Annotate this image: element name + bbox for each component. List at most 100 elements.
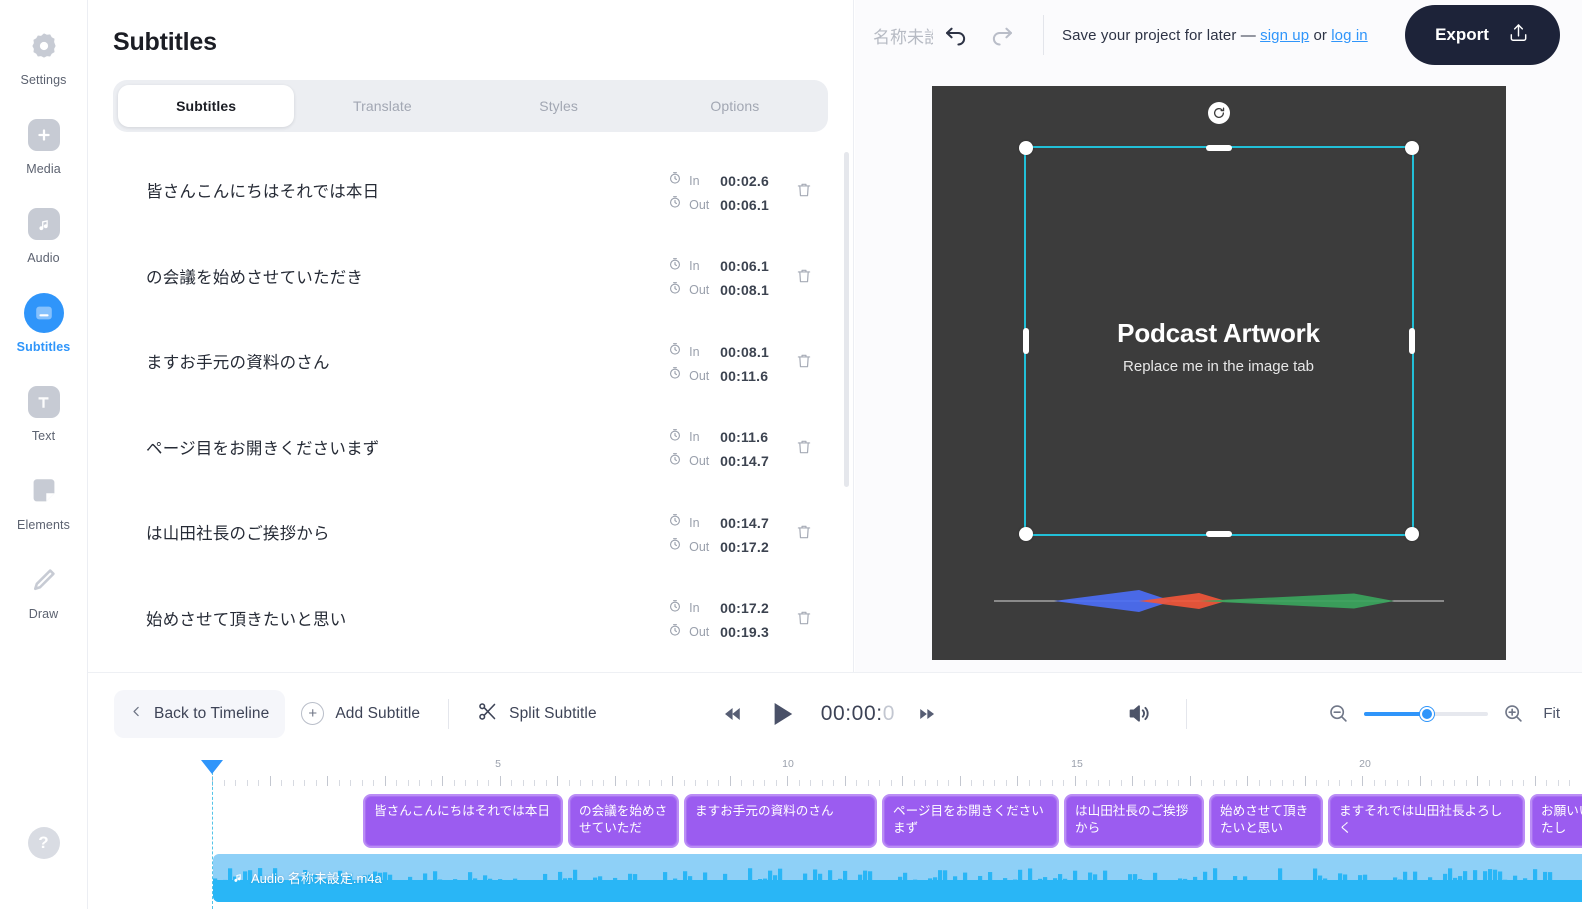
sidebar-item-audio[interactable]: Audio [0,204,88,265]
zoom-out-icon[interactable] [1327,702,1350,725]
subtitle-row[interactable]: 皆さんこんにちはそれでは本日 In 00:02.6 Out 00:06.1 [88,150,853,236]
handle-top-center[interactable] [1205,145,1232,151]
back-to-timeline-button[interactable]: Back to Timeline [114,689,286,738]
ruler-tick [649,780,650,786]
delete-subtitle-button[interactable] [795,522,813,547]
handle-middle-right[interactable] [1408,328,1415,354]
in-time[interactable]: 00:02.6 [720,173,769,189]
subtitle-row[interactable]: は山田社長のご挨拶から In 00:14.7 Out 00:17.2 [88,492,853,578]
tab-subtitles[interactable]: Subtitles [118,85,295,127]
sidebar-item-elements[interactable]: Elements [0,471,88,532]
help-button[interactable]: ? [27,827,60,859]
handle-top-left[interactable] [1018,141,1033,155]
delete-subtitle-button[interactable] [795,180,813,205]
subtitle-row[interactable]: の会議を始めさせていただき In 00:06.1 Out 00:08.1 [88,236,853,322]
out-time[interactable]: 00:06.1 [720,197,769,213]
subtitle-text[interactable]: ますお手元の資料のさん [146,351,668,376]
selection-box[interactable] [1018,102,1419,541]
in-time[interactable]: 00:17.2 [720,600,769,616]
delete-subtitle-button[interactable] [795,608,813,633]
project-name[interactable]: 名称未設 [873,23,933,48]
in-time[interactable]: 00:11.6 [720,429,768,445]
in-time[interactable]: 00:14.7 [720,515,769,531]
subtitle-clip[interactable]: は山田社長のご挨拶から [1064,794,1204,848]
subtitle-text[interactable]: 皆さんこんにちはそれでは本日 [146,180,668,205]
panel-scrollbar[interactable] [844,152,849,487]
redo-button[interactable] [979,12,1025,58]
ruler-tick [683,780,685,786]
out-time[interactable]: 00:11.6 [720,368,768,384]
audio-clip[interactable]: Audio 名称未設定.m4a [213,854,1582,902]
audio-clip-name: Audio 名称未設定.m4a [251,871,382,886]
delete-subtitle-button[interactable] [795,437,813,462]
clock-icon [668,599,682,618]
zoom-slider[interactable] [1364,706,1489,721]
subtitle-row[interactable]: ますお手元の資料のさん In 00:08.1 Out 00:11.6 [88,321,853,407]
subtitle-list[interactable]: 皆さんこんにちはそれでは本日 In 00:02.6 Out 00:06.1 の会議を始めさ… [88,150,853,672]
out-time[interactable]: 00:14.7 [720,453,769,469]
add-subtitle-button[interactable]: + Add Subtitle [285,690,436,738]
timeline[interactable]: 5 10 15 20 皆さんこんにちはそれでは本日 の会議を始めさせていただ ますお手元の… [88,754,1582,909]
timeline-ruler[interactable]: 5 10 15 20 [88,754,1582,794]
handle-top-right[interactable] [1404,141,1419,155]
audio-clip-label: Audio 名称未設定.m4a [231,868,382,887]
ruler-tick [522,780,524,786]
rotate-icon[interactable] [1207,102,1230,124]
music-note-icon [234,874,241,882]
tab-options[interactable]: Options [647,85,823,127]
sign-up-link[interactable]: sign up [1260,27,1309,44]
sidebar-item-text[interactable]: Text [0,382,88,443]
handle-bottom-left[interactable] [1018,527,1033,541]
delete-subtitle-button[interactable] [795,351,813,376]
subtitle-text[interactable]: ページ目をお開きくださいまず [146,437,668,462]
ruler-tick [1465,780,1467,786]
handle-bottom-center[interactable] [1205,531,1232,537]
export-button[interactable]: Export [1405,5,1560,65]
ruler-label: 5 [495,758,501,770]
subtitle-clip[interactable]: 皆さんこんにちはそれでは本日 [363,794,563,848]
subtitle-clip[interactable]: の会議を始めさせていただ [568,794,679,848]
playhead-handle[interactable] [201,760,223,774]
split-subtitle-button[interactable]: Split Subtitle [461,690,613,738]
rewind-button[interactable] [721,703,743,725]
canvas-stage[interactable]: Podcast Artwork Replace me in the image … [931,86,1506,660]
sidebar-item-draw[interactable]: Draw [0,560,88,621]
subtitle-clip[interactable]: 始めさせて頂きたいと思い [1209,794,1323,848]
play-button[interactable] [765,697,799,731]
tab-translate[interactable]: Translate [294,85,470,127]
volume-button[interactable] [1125,700,1152,727]
subtitle-clip[interactable]: ますそれでは山田社長よろしく [1328,794,1525,848]
log-in-link[interactable]: log in [1331,27,1367,44]
subtitle-text[interactable]: は山田社長のご挨拶から [146,522,668,547]
fast-forward-button[interactable] [917,703,939,725]
delete-subtitle-button[interactable] [795,266,813,291]
sidebar-item-settings[interactable]: Settings [0,26,88,87]
zoom-slider-knob[interactable] [1420,706,1435,721]
subtitle-clip[interactable]: お願いいたし [1530,794,1582,848]
audio-track[interactable]: Audio 名称未設定.m4a [88,854,1582,902]
elements-shape-icon [24,471,64,511]
out-time[interactable]: 00:17.2 [720,539,769,555]
subtitle-text[interactable]: の会議を始めさせていただき [146,266,668,291]
sidebar-label-draw: Draw [28,607,59,621]
subtitle-clip[interactable]: ますお手元の資料のさん [684,794,877,848]
in-time[interactable]: 00:06.1 [720,258,769,274]
out-time[interactable]: 00:08.1 [720,282,769,298]
zoom-slider-fill [1364,711,1427,716]
handle-bottom-right[interactable] [1404,527,1419,541]
subtitle-row[interactable]: ページ目をお開きくださいまず In 00:11.6 Out 00:14.7 [88,407,853,493]
sidebar-item-subtitles[interactable]: Subtitles [0,293,88,354]
sidebar-item-media[interactable]: Media [0,115,88,176]
out-time[interactable]: 00:19.3 [720,624,769,640]
ruler-tick [1293,780,1294,786]
fit-button[interactable]: Fit [1543,705,1560,722]
tab-styles[interactable]: Styles [471,85,647,127]
zoom-in-icon[interactable] [1502,702,1525,725]
undo-button[interactable] [933,12,979,58]
subtitle-row[interactable]: 始めさせて頂きたいと思い In 00:17.2 Out 00:19.3 [88,578,853,664]
in-time[interactable]: 00:08.1 [720,344,769,360]
subtitle-clip[interactable]: ページ目をお開きくださいまず [882,794,1059,848]
subtitle-text[interactable]: 始めさせて頂きたいと思い [146,608,668,633]
subtitle-track[interactable]: 皆さんこんにちはそれでは本日 の会議を始めさせていただ ますお手元の資料のさん ページ… [88,794,1582,848]
handle-middle-left[interactable] [1022,328,1029,354]
